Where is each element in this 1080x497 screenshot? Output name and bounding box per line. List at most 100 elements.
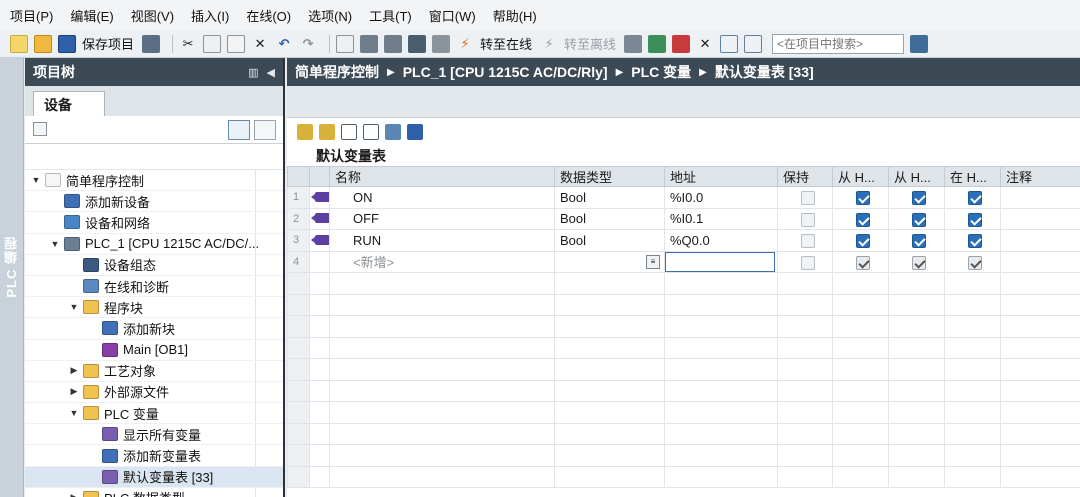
menu-edit[interactable]: 编辑(E): [70, 6, 113, 25]
cut-icon[interactable]: ✂: [179, 35, 197, 53]
table-row[interactable]: 1 ON Bool %I0.0: [287, 186, 1080, 209]
search-icon[interactable]: [910, 34, 929, 53]
breadcrumb-item[interactable]: PLC 变量: [631, 62, 691, 82]
tag-comment[interactable]: [1000, 229, 1080, 252]
expand-right-icon[interactable]: ▶: [69, 492, 79, 497]
menu-view[interactable]: 视图(V): [131, 6, 174, 25]
header-datatype[interactable]: 数据类型: [554, 166, 665, 187]
accessible-hmi-cell[interactable]: [832, 229, 889, 252]
retain-checkbox[interactable]: [800, 234, 815, 249]
writable-hmi-checkbox[interactable]: [912, 234, 926, 249]
tree-item[interactable]: ▶ PLC 数据类型: [25, 487, 283, 497]
retain-cell[interactable]: [777, 207, 833, 230]
columns-icon[interactable]: [407, 124, 423, 140]
stop-cpu-icon[interactable]: [672, 34, 691, 53]
tag-address[interactable]: %Q0.0: [664, 229, 778, 252]
tree-item[interactable]: ▶ 工艺对象: [25, 360, 283, 382]
tree-item[interactable]: 显示所有变量: [25, 424, 283, 446]
visible-hmi-cell[interactable]: [944, 229, 1001, 252]
tag-name[interactable]: OFF: [329, 207, 555, 230]
expand-right-icon[interactable]: ▶: [69, 365, 79, 376]
menu-help[interactable]: 帮助(H): [493, 6, 537, 25]
breadcrumb-item[interactable]: 默认变量表 [33]: [715, 62, 814, 82]
tree-item[interactable]: 添加新设备: [25, 191, 283, 213]
visible-hmi-cell[interactable]: [944, 186, 1001, 209]
menu-project[interactable]: 项目(P): [10, 6, 53, 25]
tree-item[interactable]: Main [OB1]: [25, 339, 283, 361]
visible-hmi-checkbox[interactable]: [968, 212, 982, 227]
accessible-hmi-checkbox[interactable]: [856, 234, 870, 249]
tree-item[interactable]: 设备组态: [25, 254, 283, 276]
accessible-devices-icon[interactable]: [624, 34, 643, 53]
menu-online[interactable]: 在线(O): [246, 6, 291, 25]
tree-item[interactable]: 设备和网络: [25, 212, 283, 234]
hide-panel-icon[interactable]: ◀: [267, 66, 275, 79]
tree-item[interactable]: 默认变量表 [33]: [25, 466, 283, 488]
accessible-hmi-cell[interactable]: [832, 250, 889, 273]
tree-item[interactable]: 在线和诊断: [25, 275, 283, 298]
address-edit-field[interactable]: [665, 251, 775, 272]
monitor-icon[interactable]: [385, 124, 401, 140]
menu-options[interactable]: 选项(N): [308, 6, 352, 25]
new-tag-datatype[interactable]: ≡: [554, 250, 665, 273]
accessible-hmi-cell[interactable]: [832, 186, 889, 209]
tag-datatype[interactable]: Bool: [554, 207, 665, 230]
overview-icon[interactable]: [33, 122, 47, 136]
tag-address[interactable]: %I0.1: [664, 207, 778, 230]
retain-cell[interactable]: [777, 186, 833, 209]
close-editor-icon[interactable]: ✕: [696, 35, 714, 53]
split-horizontal-icon[interactable]: [720, 34, 739, 53]
expand-down-icon[interactable]: ▼: [50, 239, 60, 249]
accessible-hmi-cell[interactable]: [832, 207, 889, 230]
writable-hmi-cell[interactable]: [888, 229, 945, 252]
insert-row-icon[interactable]: [319, 124, 335, 140]
tree-item[interactable]: 添加新块: [25, 318, 283, 340]
go-offline-icon[interactable]: ⚡: [540, 35, 558, 53]
tag-comment[interactable]: [1000, 186, 1080, 209]
datatype-picker-icon[interactable]: ≡: [646, 254, 660, 269]
save-icon[interactable]: [58, 34, 76, 53]
import-icon[interactable]: [363, 124, 379, 140]
split-vertical-icon[interactable]: [744, 34, 763, 53]
go-online-icon[interactable]: ⚡: [456, 35, 474, 53]
open-project-icon[interactable]: [34, 34, 52, 53]
header-visible-hmi[interactable]: 在 H...: [944, 166, 1001, 187]
stop-simulation-icon[interactable]: [432, 34, 451, 53]
simulation-icon[interactable]: [408, 34, 427, 53]
project-search-input[interactable]: [772, 33, 905, 54]
tree-options-icon[interactable]: [254, 120, 276, 140]
add-row-icon[interactable]: [297, 124, 313, 140]
tree-item[interactable]: ▼ PLC 变量: [25, 403, 283, 425]
redo-icon[interactable]: ↷: [299, 35, 317, 53]
paste-icon[interactable]: [227, 34, 246, 53]
collapse-panel-icon[interactable]: ▥: [248, 66, 258, 79]
header-address[interactable]: 地址: [664, 166, 778, 187]
undo-icon[interactable]: ↶: [275, 35, 293, 53]
delete-icon[interactable]: ✕: [251, 35, 269, 53]
tag-datatype[interactable]: Bool: [554, 186, 665, 209]
table-row[interactable]: 2 OFF Bool %I0.1: [287, 207, 1080, 230]
new-tag-address[interactable]: [664, 250, 778, 273]
menu-tools[interactable]: 工具(T): [369, 6, 412, 25]
tag-name[interactable]: RUN: [329, 229, 555, 252]
expand-down-icon[interactable]: ▼: [69, 302, 79, 312]
copy-icon[interactable]: [203, 34, 222, 53]
header-writable-hmi[interactable]: 从 H...: [888, 166, 945, 187]
retain-cell[interactable]: [777, 250, 833, 273]
tab-devices[interactable]: 设备: [33, 91, 105, 116]
writable-hmi-checkbox[interactable]: [912, 255, 926, 270]
tag-datatype[interactable]: Bool: [554, 229, 665, 252]
tree-item[interactable]: ▼ 简单程序控制: [25, 170, 283, 192]
go-online-button[interactable]: 转至在线: [480, 34, 532, 53]
retain-checkbox[interactable]: [800, 255, 815, 270]
table-row-new[interactable]: 4 <新增> ≡: [287, 250, 1080, 273]
writable-hmi-checkbox[interactable]: [912, 212, 926, 227]
upload-icon[interactable]: [384, 34, 403, 53]
menu-insert[interactable]: 插入(I): [191, 6, 229, 25]
expand-down-icon[interactable]: ▼: [69, 408, 79, 418]
visible-hmi-checkbox[interactable]: [968, 255, 982, 270]
save-project-button[interactable]: 保存项目: [82, 34, 134, 53]
tree-item[interactable]: ▼ PLC_1 [CPU 1215C AC/DC/...: [25, 233, 283, 255]
tag-name[interactable]: ON: [329, 186, 555, 209]
go-offline-button[interactable]: 转至离线: [564, 34, 616, 53]
